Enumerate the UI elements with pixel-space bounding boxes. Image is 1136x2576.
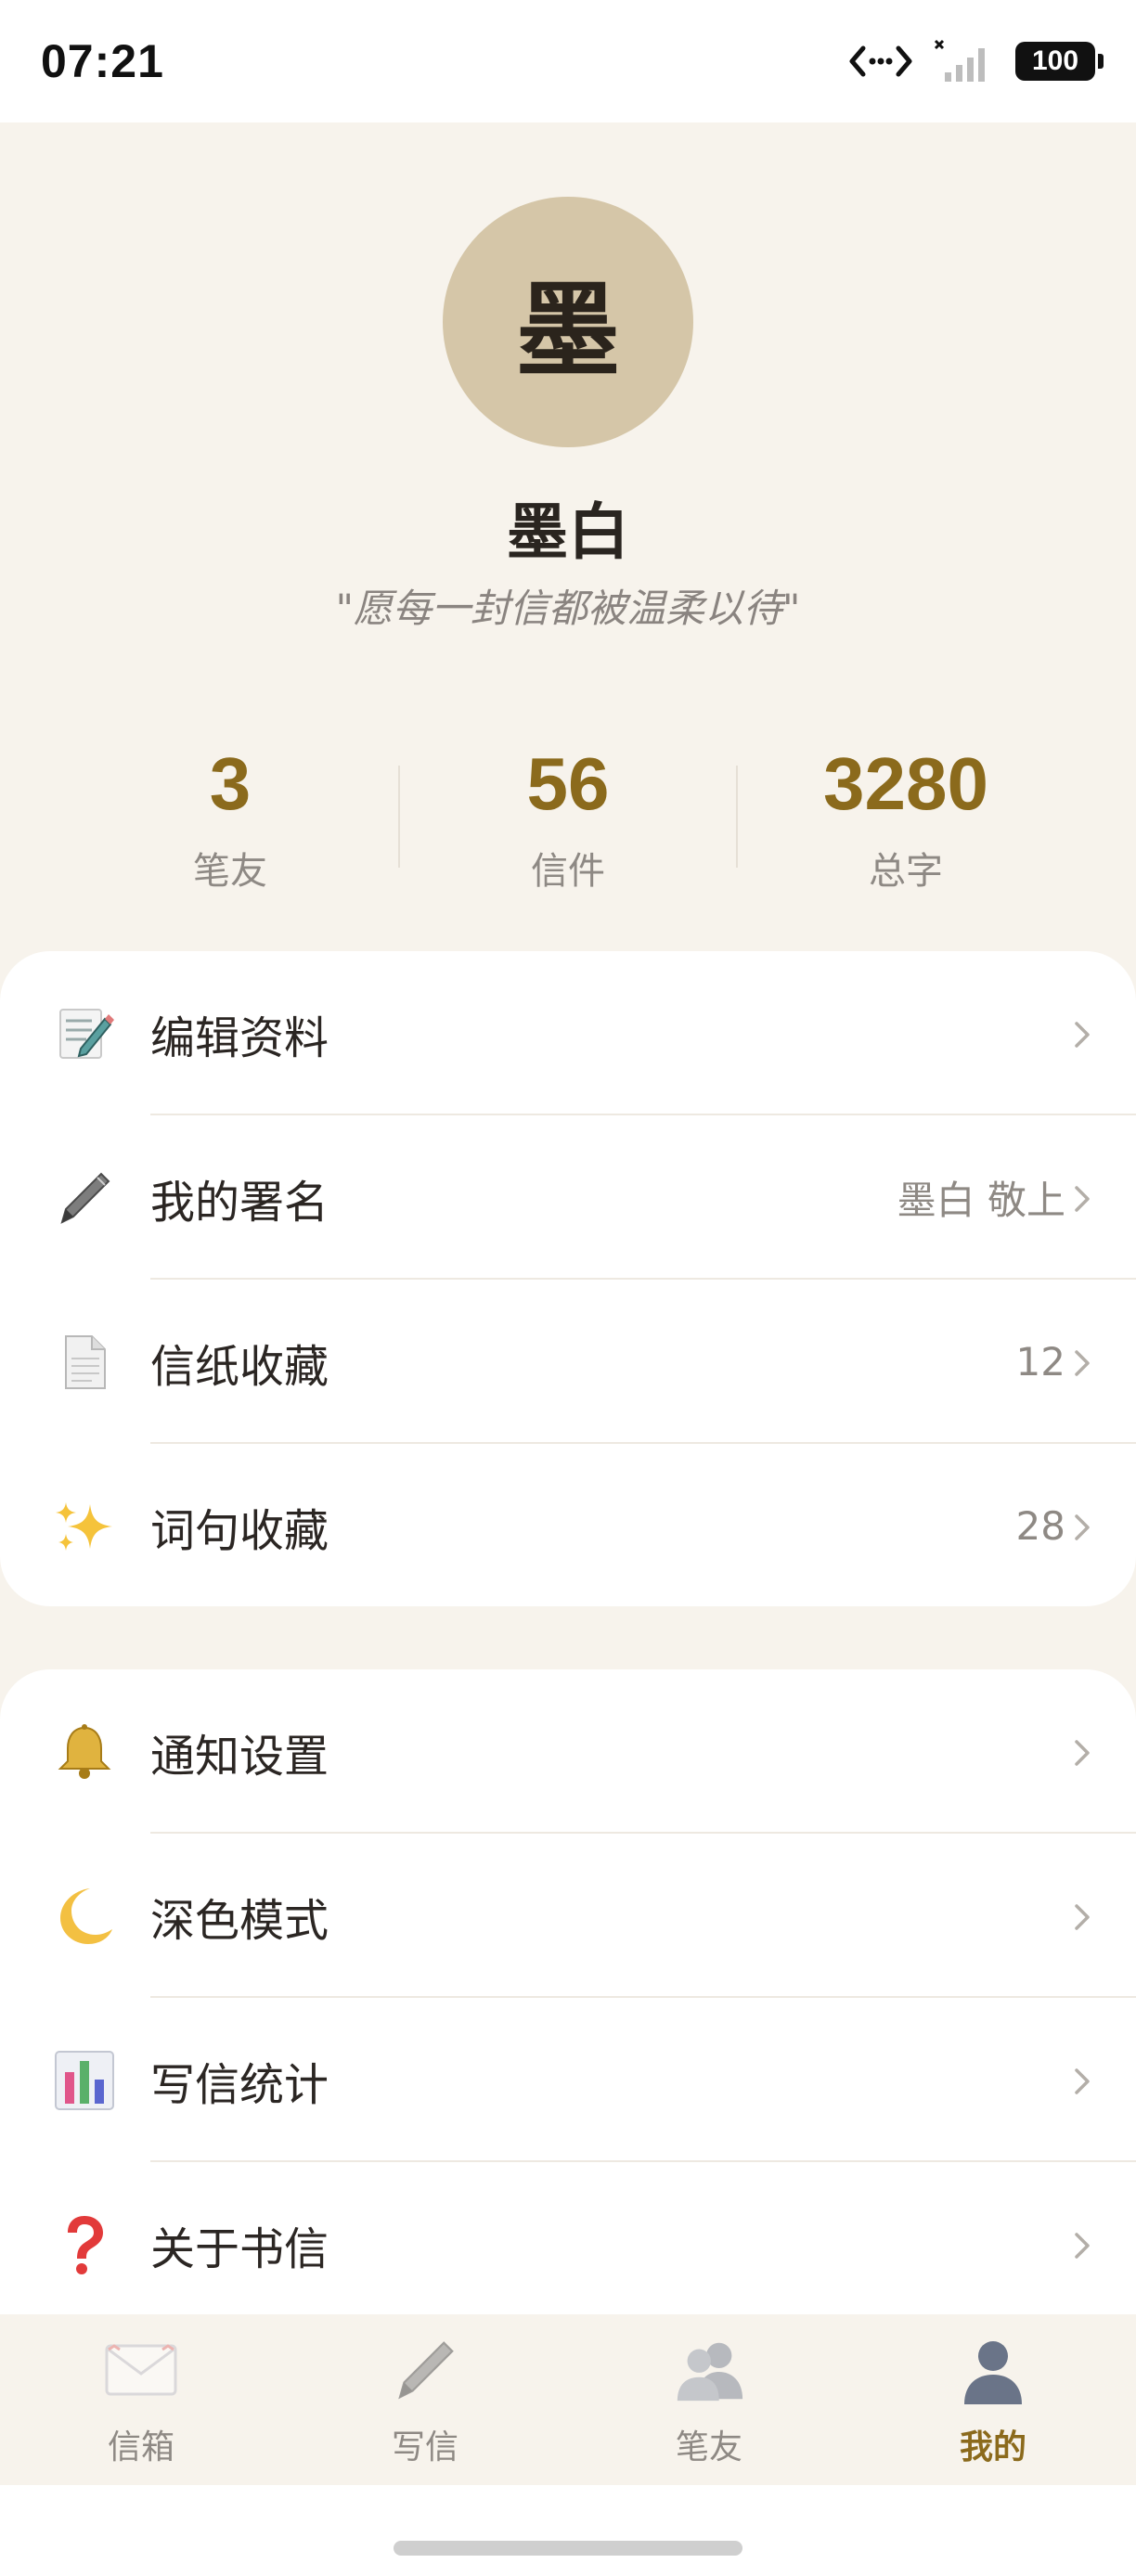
menu-item-value: 墨白 敬上 (897, 1178, 1065, 1223)
menu-card-settings: 通知设置 深色模式 写信统计 关于书信 (0, 1669, 1136, 2375)
home-indicator[interactable] (394, 2541, 742, 2556)
home-bar-area (0, 2485, 1136, 2576)
data-transfer-icon (848, 41, 913, 82)
menu-item-value: 28 (1015, 1503, 1065, 1549)
menu-item-about[interactable]: 关于书信 (0, 2162, 1136, 2326)
menu-item-label: 信纸收藏 (150, 1340, 329, 1393)
pen-icon (52, 1166, 117, 1230)
chevron-right-icon (1075, 1904, 1090, 1930)
sparkles-icon (52, 1494, 117, 1559)
bottom-nav: 信箱 写信 笔友 我的 (0, 2314, 1136, 2485)
stat-value: 3 (209, 742, 252, 825)
status-bar: 07:21 100 (0, 0, 1136, 122)
stats-row: 3 笔友 56 信件 3280 总字 (0, 733, 1136, 900)
menu-item-writing-stats[interactable]: 写信统计 (0, 1998, 1136, 2162)
menu-item-label: 关于书信 (150, 2222, 329, 2275)
nav-label: 写信 (391, 2428, 458, 2467)
stat-label: 笔友 (193, 850, 267, 893)
menu-item-value: 12 (1015, 1339, 1065, 1385)
chevron-right-icon (1075, 1022, 1090, 1048)
menu-item-notifications[interactable]: 通知设置 (0, 1669, 1136, 1834)
signal-icon (934, 39, 995, 84)
envelope-icon (104, 2333, 178, 2407)
stat-pen-friends[interactable]: 3 笔友 (91, 733, 369, 895)
chevron-right-icon (1075, 1740, 1090, 1766)
nav-tab-inbox[interactable]: 信箱 (48, 2333, 234, 2468)
chevron-right-icon (1075, 2233, 1090, 2259)
nav-label: 信箱 (107, 2428, 174, 2467)
menu-item-signature[interactable]: 我的署名 墨白 敬上 (0, 1115, 1136, 1280)
menu-card-profile: 编辑资料 我的署名 墨白 敬上 信纸收藏 12 词句收藏 28 (0, 951, 1136, 1606)
pen-icon (388, 2333, 462, 2407)
moon-icon (52, 1884, 117, 1949)
nav-tab-pen-friends[interactable]: 笔友 (616, 2333, 802, 2468)
chevron-right-icon (1075, 1514, 1090, 1540)
chevron-right-icon (1075, 2068, 1090, 2094)
menu-item-dark-mode[interactable]: 深色模式 (0, 1834, 1136, 1998)
bar-chart-icon (52, 2048, 117, 2113)
menu-item-label: 写信统计 (150, 2058, 329, 2111)
question-icon (52, 2212, 117, 2277)
stat-total-words[interactable]: 3280 总字 (767, 733, 1045, 895)
stat-divider (398, 766, 400, 868)
nav-label: 我的 (959, 2428, 1026, 2467)
stat-value: 3280 (823, 742, 988, 825)
person-icon (956, 2333, 1030, 2407)
status-time: 07:21 (41, 35, 164, 87)
stat-value: 56 (526, 742, 610, 825)
menu-item-label: 编辑资料 (150, 1011, 329, 1064)
menu-item-stationery[interactable]: 信纸收藏 12 (0, 1280, 1136, 1444)
page-icon (52, 1330, 117, 1395)
stat-label: 信件 (531, 850, 605, 893)
profile-name: 墨白 (507, 496, 629, 568)
chevron-right-icon (1075, 1186, 1090, 1212)
stat-divider (736, 766, 738, 868)
menu-item-label: 词句收藏 (150, 1504, 329, 1557)
profile-screen: 07:21 100 墨 墨白 "愿每一封信都被温柔以待" 3 笔友 56 信件 … (0, 0, 1136, 2576)
nav-label: 笔友 (675, 2428, 742, 2467)
avatar[interactable]: 墨 (443, 197, 693, 447)
menu-item-label: 通知设置 (150, 1730, 329, 1783)
battery-icon: 100 (1015, 42, 1104, 81)
nav-tab-me[interactable]: 我的 (900, 2333, 1086, 2468)
menu-item-edit-profile[interactable]: 编辑资料 (0, 951, 1136, 1115)
stat-label: 总字 (869, 850, 943, 893)
stat-letters[interactable]: 56 信件 (429, 733, 707, 895)
nav-tab-write[interactable]: 写信 (332, 2333, 518, 2468)
status-icons: 100 (848, 39, 1104, 84)
chevron-right-icon (1075, 1350, 1090, 1376)
menu-item-label: 深色模式 (150, 1894, 329, 1947)
menu-item-phrases[interactable]: 词句收藏 28 (0, 1444, 1136, 1606)
people-icon (672, 2333, 746, 2407)
menu-item-label: 我的署名 (150, 1176, 329, 1229)
profile-motto: "愿每一封信都被温柔以待" (335, 586, 801, 631)
bell-icon (52, 1719, 117, 1784)
memo-icon (52, 1001, 117, 1066)
